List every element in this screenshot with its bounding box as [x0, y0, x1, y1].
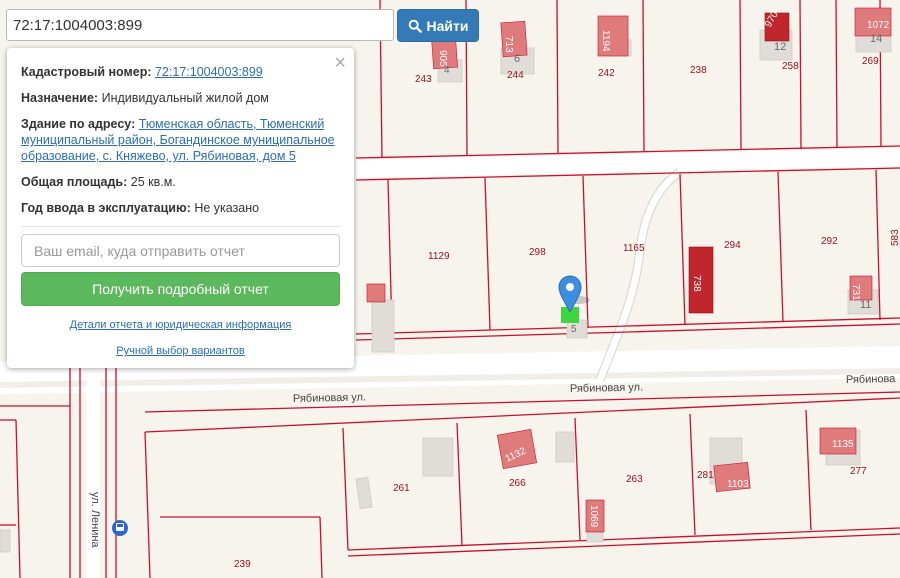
parcel-label: 266	[509, 478, 526, 489]
area-label: Общая площадь:	[21, 175, 128, 189]
purpose-row: Назначение: Индивидуальный жилой дом	[21, 90, 340, 106]
year-row: Год ввода в эксплуатацию: Не указано	[21, 200, 340, 216]
search-button-label: Найти	[426, 17, 469, 34]
email-field[interactable]	[21, 234, 340, 267]
purpose-value: Индивидуальный жилой дом	[101, 91, 269, 105]
building-label: 905	[437, 50, 448, 67]
building-label: 1069	[588, 505, 599, 528]
search-input[interactable]	[6, 9, 394, 41]
building-label: 1072	[867, 20, 890, 31]
parcel-label: 294	[724, 240, 741, 251]
cadastral-number-label: Кадастровый номер:	[21, 65, 152, 79]
get-report-button[interactable]: Получить подробный отчет	[21, 272, 340, 306]
building-label: 1103	[727, 479, 749, 490]
street-label: ул. Ленина	[89, 492, 101, 548]
report-details-link[interactable]: Детали отчета и юридическая информация	[21, 319, 340, 331]
building-label: 1194	[600, 30, 611, 52]
building-number: 12	[774, 41, 786, 53]
year-value: Не указано	[194, 201, 260, 215]
building-label: 1135	[832, 439, 854, 450]
parcel-label: 243	[415, 74, 432, 85]
parcel-label: 1165	[623, 243, 645, 254]
cadastral-number-row: Кадастровый номер: 72:17:1004003:899	[21, 64, 340, 80]
parcel-label: 277	[850, 466, 867, 477]
parcel-label: 238	[690, 65, 707, 76]
parcel-label: 239	[234, 559, 251, 570]
building-number: 11	[860, 299, 871, 311]
manual-selection-link[interactable]: Ручной выбор вариантов	[21, 345, 340, 357]
parcel-label: 258	[782, 61, 799, 72]
year-label: Год ввода в эксплуатацию:	[21, 201, 191, 215]
street-label: Рябинова	[846, 373, 897, 386]
close-icon[interactable]: ×	[334, 53, 346, 73]
building-number: 14	[870, 33, 882, 45]
parcel-label: 298	[529, 247, 546, 258]
building-label: 738	[691, 275, 702, 292]
cadastral-number-link[interactable]: 72:17:1004003:899	[155, 65, 263, 79]
street-label: Рябиновая ул.	[293, 391, 366, 405]
search-button[interactable]: Найти	[397, 9, 479, 42]
building-label: 731	[850, 284, 861, 301]
building-number: 5	[571, 324, 577, 335]
parcel-label: 242	[598, 68, 615, 79]
parcel-label: 583	[890, 229, 900, 246]
parcel-label: 261	[393, 483, 410, 494]
bus-stop-icon	[112, 520, 128, 536]
parcel-label: 1129	[428, 251, 450, 262]
parcel-label: 269	[862, 56, 879, 67]
purpose-label: Назначение:	[21, 91, 99, 105]
parcel-label: 292	[821, 236, 838, 247]
address-row: Здание по адресу: Тюменская область, Тюм…	[21, 116, 340, 164]
building-label: 713	[503, 36, 514, 53]
building-number: 6	[514, 53, 520, 65]
parcel-label: 281	[697, 470, 714, 481]
parcel-info-popup: × Кадастровый номер: 72:17:1004003:899 Н…	[7, 48, 354, 368]
parcel-label: 263	[626, 474, 643, 485]
parcel-label: 244	[507, 70, 524, 81]
divider	[21, 226, 340, 227]
area-row: Общая площадь: 25 кв.м.	[21, 174, 340, 190]
address-label: Здание по адресу:	[21, 117, 136, 131]
search-bar: Найти	[6, 9, 479, 42]
area-value: 25 кв.м.	[130, 175, 176, 189]
street-label: Рябиновая ул.	[570, 381, 643, 395]
search-icon	[408, 19, 422, 33]
